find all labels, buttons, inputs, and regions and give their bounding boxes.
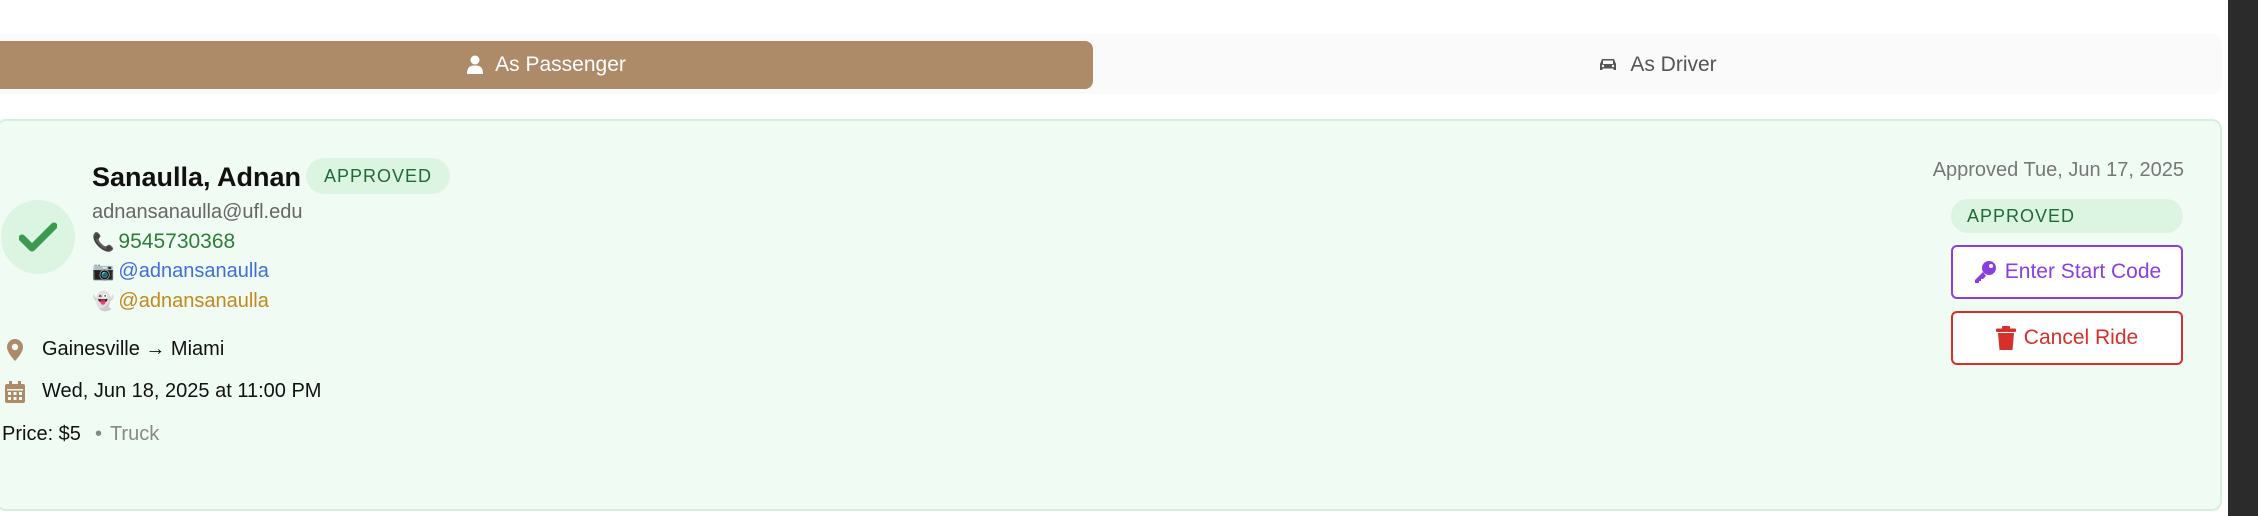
role-tab-bar: As Passenger As Driver — [0, 34, 2222, 94]
route-text: Gainesville → Miami — [42, 338, 225, 360]
phone-icon: 📞 — [92, 231, 115, 252]
key-icon — [1974, 261, 1996, 283]
snapchat-row: 👻 @adnansanaulla — [92, 290, 269, 313]
phone-row: 📞 9545730368 — [92, 230, 235, 254]
trash-icon — [1995, 326, 2016, 350]
calendar-icon — [4, 380, 26, 403]
camera-icon: 📷 — [92, 261, 115, 281]
datetime-row: Wed, Jun 18, 2025 at 11:00 PM — [4, 380, 321, 403]
cancel-label: Cancel Ride — [2023, 326, 2139, 349]
instagram-link[interactable]: @adnansanaulla — [118, 260, 268, 283]
ghost-icon: 👻 — [92, 291, 115, 311]
phone-link[interactable]: 9545730368 — [118, 230, 235, 254]
separator-dot: • — [94, 423, 102, 445]
scrollbar[interactable] — [2228, 0, 2258, 516]
tab-as-driver[interactable]: As Driver — [1093, 41, 2222, 89]
enter-start-code-button[interactable]: Enter Start Code — [1951, 245, 2183, 299]
price-row: Price: $5 • Truck — [2, 423, 159, 446]
snapchat-link[interactable]: @adnansanaulla — [118, 290, 268, 313]
tab-label: As Driver — [1630, 53, 1717, 76]
price-text: Price: $5 — [2, 423, 81, 445]
status-badge: APPROVED — [306, 158, 451, 194]
vehicle-type: Truck — [109, 423, 160, 445]
cancel-ride-button[interactable]: Cancel Ride — [1951, 311, 2183, 365]
approved-date-text: Approved Tue, Jun 17, 2025 — [1932, 159, 2184, 181]
map-pin-icon — [4, 338, 26, 361]
start-code-label: Enter Start Code — [2004, 260, 2162, 283]
passenger-name: Sanaulla, Adnan — [92, 162, 302, 192]
car-icon — [1600, 59, 1617, 70]
checkmark-icon — [19, 222, 57, 252]
instagram-row: 📷 @adnansanaulla — [92, 260, 269, 283]
tab-as-passenger[interactable]: As Passenger — [0, 41, 1093, 89]
datetime-text: Wed, Jun 18, 2025 at 11:00 PM — [42, 380, 322, 402]
rides-page: As Passenger As Driver Sanaulla, Adnan A… — [0, 0, 2258, 516]
approved-status-circle — [1, 200, 75, 274]
tab-label: As Passenger — [495, 53, 626, 76]
email-text: adnansanaulla@ufl.edu — [92, 201, 303, 223]
route-row: Gainesville → Miami — [4, 338, 224, 361]
status-pill: APPROVED — [1951, 199, 2183, 233]
user-icon — [467, 55, 484, 74]
